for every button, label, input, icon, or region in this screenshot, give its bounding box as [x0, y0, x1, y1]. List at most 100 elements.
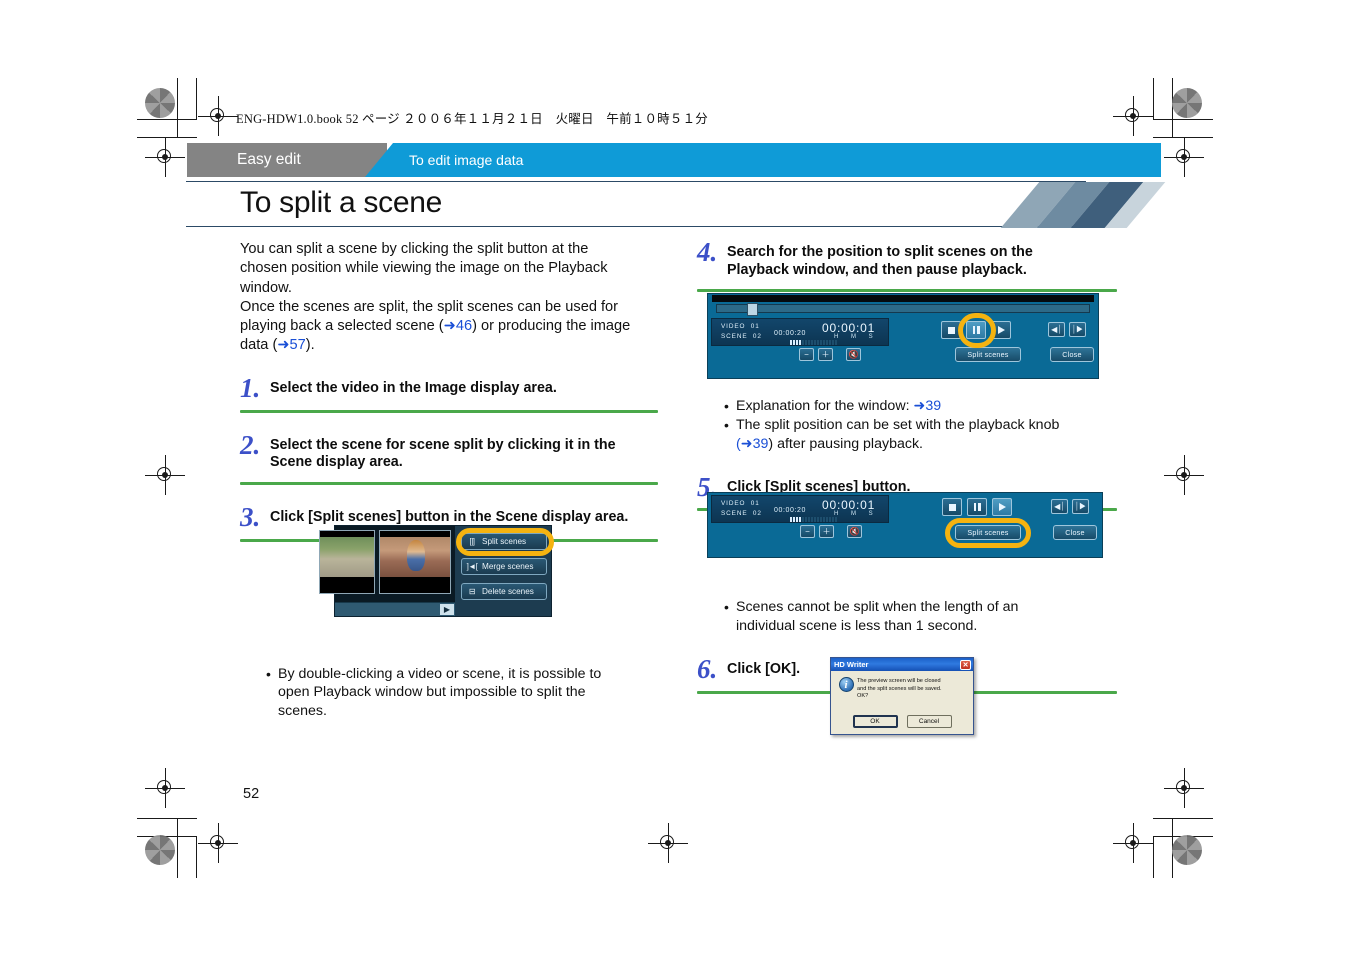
- playback-slider[interactable]: [716, 303, 1090, 316]
- bullet-marker: •: [724, 417, 729, 434]
- intro-line-5-b: ) or producing the image: [472, 318, 631, 335]
- bullet-marker: •: [266, 665, 271, 682]
- crop-mark: [1153, 78, 1154, 120]
- step-back-button[interactable]: ◀⏐: [1051, 499, 1068, 514]
- crop-mark: [1153, 818, 1213, 819]
- volume-down-button[interactable]: −: [800, 525, 815, 538]
- ok-button[interactable]: OK: [852, 715, 898, 728]
- crop-mark: [1153, 836, 1154, 878]
- mute-button[interactable]: 🔇: [846, 348, 861, 361]
- volume-down-button[interactable]: −: [799, 348, 814, 361]
- split-scenes-button[interactable]: Split scenes: [955, 347, 1021, 362]
- intro-line-2: chosen position while viewing the image …: [240, 260, 608, 277]
- merge-scenes-button[interactable]: ]◄[ Merge scenes: [461, 558, 547, 575]
- breadcrumb-subsection-label: To edit image data: [409, 152, 524, 168]
- scene-thumbnail-selected[interactable]: [379, 530, 451, 594]
- step-4: 4. Search for the position to split scen…: [697, 239, 1117, 292]
- page-ref-39[interactable]: ➜39: [913, 398, 941, 414]
- playback-window-screenshot-step4: VIDEO 01 SCENE 02 00:00:20 00:00:01 H M …: [707, 293, 1099, 379]
- dialog-body: i The preview screen will be closed and …: [835, 674, 969, 714]
- volume-up-button[interactable]: ＋: [819, 525, 834, 538]
- scroll-right-arrow[interactable]: ▶: [440, 604, 454, 615]
- merge-icon: ]◄[: [466, 562, 478, 571]
- density-patch: [1172, 88, 1202, 118]
- split-scenes-button[interactable]: [|] Split scenes: [461, 533, 547, 550]
- list-item: • By double-clicking a video or scene, i…: [266, 665, 658, 720]
- scene-scrollbar[interactable]: ▶: [335, 602, 455, 616]
- registration-mark: [198, 96, 238, 136]
- crop-mark: [196, 836, 197, 878]
- level-meter: [790, 340, 837, 345]
- intro-line-6: data (➜57).: [240, 336, 658, 355]
- delete-scenes-label: Delete scenes: [482, 587, 534, 596]
- hms-label: H M S: [834, 511, 879, 517]
- playback-knob[interactable]: [747, 303, 758, 316]
- scene-display-screenshot: ▶ [|] Split scenes ]◄[ Merge scenes ⊟ De…: [319, 525, 554, 617]
- stop-button[interactable]: [941, 321, 961, 339]
- list-item: • Explanation for the window: ➜39: [724, 397, 1117, 415]
- stop-button[interactable]: [942, 498, 962, 516]
- dialog-message-line-1: The preview screen will be closed: [857, 678, 941, 684]
- play-icon: [997, 326, 1005, 334]
- step-4-notes: • Explanation for the window: ➜39 • The …: [724, 397, 1117, 453]
- step-divider: [240, 409, 658, 413]
- page-ref-57[interactable]: ➜57: [277, 337, 305, 353]
- close-icon[interactable]: ✕: [960, 659, 971, 670]
- dialog-buttons: OK Cancel: [831, 715, 973, 728]
- step-3-note-line-2: open Playback window but impossible to s…: [278, 684, 586, 701]
- pause-button[interactable]: [967, 498, 987, 516]
- video-area: [712, 295, 1094, 302]
- play-button[interactable]: [992, 498, 1012, 516]
- bullet-marker: •: [724, 599, 729, 616]
- hd-writer-dialog: HD Writer ✕ i The preview screen will be…: [830, 657, 974, 735]
- close-button[interactable]: Close: [1050, 347, 1094, 362]
- mute-button[interactable]: 🔇: [847, 525, 862, 538]
- step-1: 1. Select the video in the Image display…: [240, 372, 658, 413]
- close-button[interactable]: Close: [1053, 525, 1097, 540]
- step-3-note-line-3: scenes.: [278, 702, 327, 719]
- intro-line-6-a: data (: [240, 337, 278, 354]
- step-2-text-line-2: Scene display area.: [270, 454, 403, 471]
- delete-icon: ⊟: [468, 587, 476, 596]
- hms-label: H M S: [834, 334, 879, 340]
- split-scenes-label: Split scenes: [482, 537, 527, 546]
- pause-icon: [972, 326, 980, 334]
- delete-scenes-button[interactable]: ⊟ Delete scenes: [461, 583, 547, 600]
- step-5-note-line-2: individual scene is less than 1 second.: [736, 617, 978, 634]
- cancel-button[interactable]: Cancel: [906, 715, 952, 728]
- step-divider: [240, 481, 658, 485]
- intro-paragraph: You can split a scene by clicking the sp…: [240, 240, 658, 356]
- pause-button[interactable]: [966, 321, 986, 339]
- scene-thumbnail[interactable]: [319, 530, 375, 594]
- scene-label: SCENE 02: [721, 510, 762, 517]
- elapsed-time: 00:00:20: [774, 330, 807, 337]
- registration-mark: [1164, 137, 1204, 177]
- step-1-text: Select the video in the Image display ar…: [270, 379, 557, 396]
- step-forward-button[interactable]: ⏐▶: [1072, 499, 1089, 514]
- page-title: To split a scene: [240, 186, 442, 219]
- step-1-number: 1.: [240, 372, 261, 403]
- step-4-note-2-line-2-b: ) after pausing playback.: [768, 435, 923, 452]
- elapsed-time: 00:00:20: [774, 507, 807, 514]
- level-meter: [790, 517, 837, 522]
- registration-mark: [1164, 455, 1204, 495]
- crop-mark: [196, 78, 197, 120]
- play-button[interactable]: [991, 321, 1011, 339]
- page-ref-46[interactable]: ➜46: [444, 318, 472, 334]
- dialog-icon-wrap: i: [835, 674, 857, 714]
- volume-up-button[interactable]: ＋: [818, 348, 833, 361]
- step-6-text: Click [OK].: [727, 661, 801, 678]
- stop-icon: [948, 503, 956, 511]
- stop-icon: [947, 326, 955, 334]
- intro-line-3: window.: [240, 279, 292, 296]
- step-back-button[interactable]: ◀⏐: [1048, 322, 1065, 337]
- scene-label: SCENE 02: [721, 333, 762, 340]
- registration-mark: [145, 455, 185, 495]
- step-5-note-line-1: Scenes cannot be split when the length o…: [736, 599, 1019, 616]
- page-ref-39[interactable]: ➜39: [741, 436, 769, 452]
- step-3-note: • By double-clicking a video or scene, i…: [266, 665, 658, 720]
- dialog-message-line-2: and the split scenes will be saved.: [857, 685, 942, 692]
- step-3-number: 3.: [240, 501, 261, 532]
- step-forward-button[interactable]: ⏐▶: [1069, 322, 1086, 337]
- split-scenes-button[interactable]: Split scenes: [955, 525, 1021, 540]
